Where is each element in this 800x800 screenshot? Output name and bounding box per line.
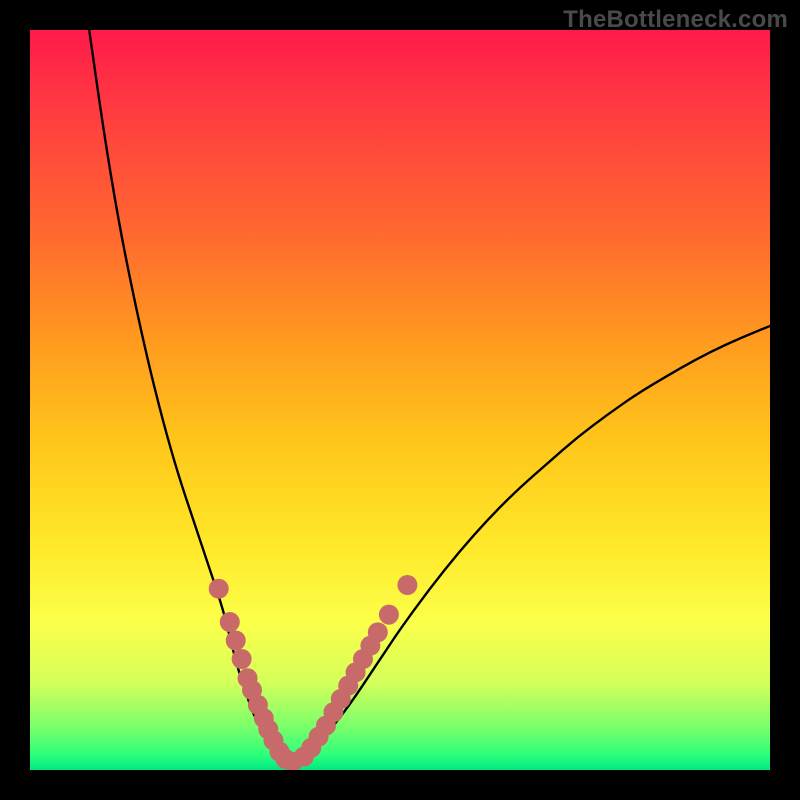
data-dot: [220, 612, 240, 632]
chart-background: [30, 30, 770, 770]
data-dot: [368, 622, 388, 642]
chart-svg: [30, 30, 770, 770]
data-dot: [209, 579, 229, 599]
data-dot: [232, 649, 252, 669]
curve-left-branch: [89, 30, 281, 761]
data-dot: [226, 631, 246, 651]
bottleneck-curve: [89, 30, 770, 761]
data-dots: [209, 575, 418, 770]
data-dot: [397, 575, 417, 595]
curve-right-branch: [296, 326, 770, 761]
data-dot: [379, 605, 399, 625]
